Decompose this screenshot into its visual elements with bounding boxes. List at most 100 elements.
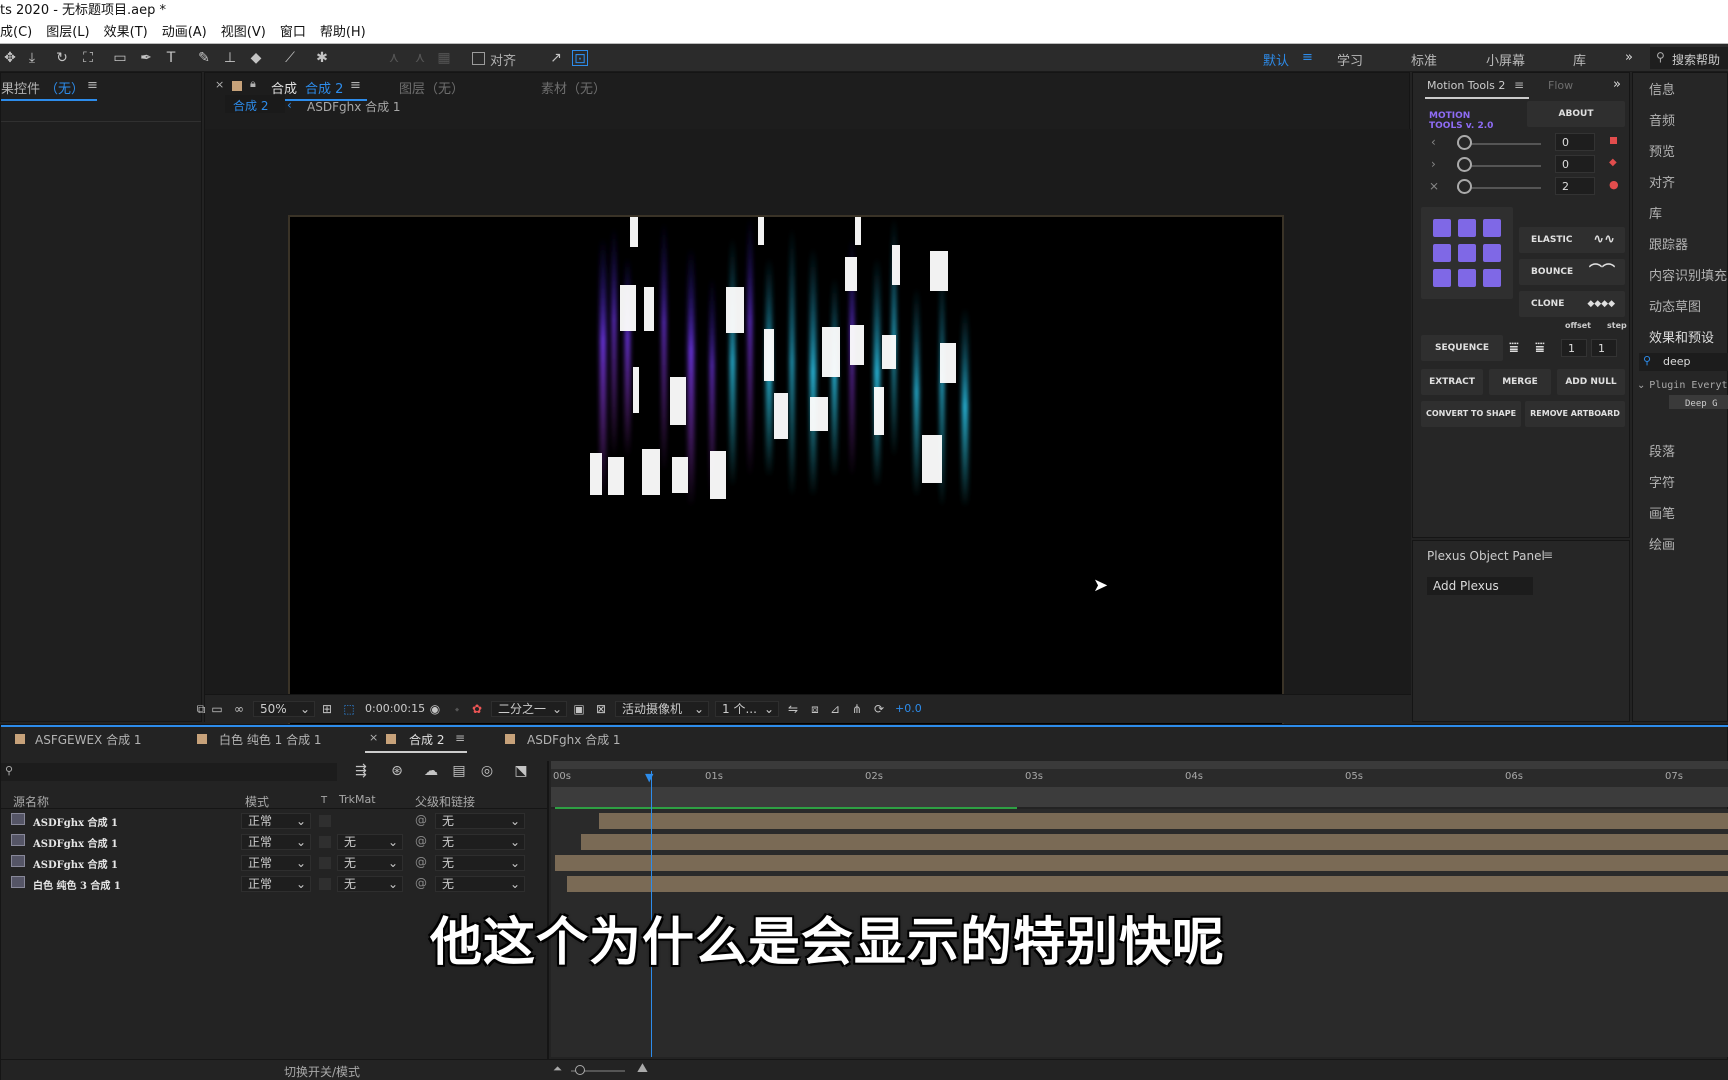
keyframe-diamond-icon[interactable]: ◆ <box>1609 157 1617 168</box>
snap-target-icon[interactable]: ⊡ <box>572 50 588 67</box>
slider-value-field-2[interactable]: 0 <box>1555 155 1595 173</box>
slider-thumb-1[interactable] <box>1457 135 1472 150</box>
effect-controls-tab[interactable]: 果控件 <box>1 78 40 97</box>
layer-row[interactable]: ASDFghx 合成 1 正常 ⌄ 无 ⌄ @ 无 ⌄ <box>1 832 549 852</box>
keyframe-circle-icon[interactable]: ● <box>1609 178 1619 191</box>
tree-effect-item[interactable]: Deep G <box>1669 395 1728 409</box>
safe-area-icon[interactable]: ⬚ <box>341 701 357 717</box>
menu-view[interactable]: 视图(V) <box>221 22 266 43</box>
views-select[interactable]: 1 个... ⌄ <box>715 701 779 717</box>
toggle-pixel-aspect-icon[interactable]: ⇋ <box>785 701 801 717</box>
keyframe-square-icon[interactable] <box>1610 137 1617 144</box>
composition-canvas[interactable]: ➤ <box>288 215 1284 750</box>
pen-tool-icon[interactable]: ✒ <box>138 50 154 66</box>
flowchart-icon[interactable]: ⋔ <box>849 701 865 717</box>
workspace-overflow-icon[interactable]: » <box>1625 50 1633 65</box>
snapshot-camera-icon[interactable]: ◉ <box>427 701 443 717</box>
draft-3d-icon[interactable]: ⊛ <box>389 763 405 779</box>
slider-thumb-2[interactable] <box>1457 157 1472 172</box>
toggle-switches-modes-button[interactable]: 切换开关/模式 <box>284 1063 360 1080</box>
camera-orbit-icon[interactable]: ⛶ <box>80 50 96 66</box>
reset-exposure-icon[interactable]: ⟳ <box>871 701 887 717</box>
transparency-grid-icon[interactable]: ⊠ <box>593 701 609 717</box>
puppet-pin-icon[interactable]: ✱ <box>314 50 330 66</box>
anchor-middle-left[interactable] <box>1433 244 1451 262</box>
layer-mode-select[interactable]: 正常 ⌄ <box>241 834 311 850</box>
panel-library[interactable]: 库 <box>1649 203 1662 222</box>
panel-paint[interactable]: 绘画 <box>1649 534 1675 553</box>
flow-tab[interactable]: Flow <box>1548 79 1573 92</box>
sequence-button[interactable]: SEQUENCE <box>1421 335 1503 361</box>
col-trkmat[interactable]: TrkMat <box>339 793 376 806</box>
pickwhip-icon[interactable]: @ <box>415 834 427 848</box>
layer-parent-select[interactable]: 无 ⌄ <box>435 813 525 829</box>
layer-name[interactable]: ASDFghx 合成 1 <box>33 856 118 871</box>
layer-trkmat-select[interactable]: 无 ⌄ <box>337 855 403 871</box>
clone-button[interactable]: CLONE ◆◆◆◆ <box>1519 291 1625 317</box>
zoom-select[interactable]: 50% ⌄ <box>253 701 315 717</box>
layer-mode-select[interactable]: 正常 ⌄ <box>241 855 311 871</box>
workspace-small-screen[interactable]: 小屏幕 <box>1486 50 1525 69</box>
remove-artboard-button[interactable]: REMOVE ARTBOARD <box>1525 401 1625 427</box>
menu-help[interactable]: 帮助(H) <box>320 22 366 43</box>
slider-value-field-1[interactable]: 0 <box>1555 133 1595 151</box>
anchor-bottom-right[interactable] <box>1483 269 1501 287</box>
anchor-top-left[interactable] <box>1433 219 1451 237</box>
convert-to-shape-button[interactable]: CONVERT TO SHAPE <box>1421 401 1521 427</box>
layer-trkmat-select[interactable]: 无 ⌄ <box>337 834 403 850</box>
plexus-panel-title[interactable]: Plexus Object Panel <box>1427 549 1545 563</box>
preserve-transparency-checkbox[interactable] <box>319 836 331 848</box>
panel-align[interactable]: 对齐 <box>1649 172 1675 191</box>
workspace-menu-icon[interactable]: ≡ <box>1302 50 1313 65</box>
menu-layer[interactable]: 图层(L) <box>46 22 89 43</box>
comp-tab-name[interactable]: 合成 2 <box>305 78 343 97</box>
panel-effects-presets[interactable]: 效果和预设 <box>1649 327 1714 346</box>
panel-preview[interactable]: 预览 <box>1649 141 1675 160</box>
zoom-slider-thumb[interactable] <box>575 1065 585 1075</box>
add-null-button[interactable]: ADD NULL <box>1557 369 1625 395</box>
lock-icon[interactable]: 🔒︎ <box>250 77 256 91</box>
layer-row[interactable]: 白色 纯色 3 合成 1 正常 ⌄ 无 ⌄ @ 无 ⌄ <box>1 874 549 894</box>
close-tab-icon[interactable]: × <box>215 78 224 91</box>
anchor-bottom-left[interactable] <box>1433 269 1451 287</box>
type-tool-icon[interactable]: T <box>163 50 179 66</box>
workspace-standard[interactable]: 标准 <box>1411 50 1437 69</box>
layer-duration-bar[interactable] <box>599 813 1728 829</box>
zoom-in-icon[interactable]: ⛰ <box>637 1061 648 1076</box>
timeline-icon[interactable]: ⊿ <box>827 701 843 717</box>
eraser-tool-icon[interactable]: ◆ <box>248 50 264 66</box>
snap-icon[interactable]: ↗ <box>548 50 564 66</box>
layer-mode-select[interactable]: 正常 ⌄ <box>241 813 311 829</box>
timeline-tab-comp-2[interactable]: 合成 2 <box>409 731 444 748</box>
shy-layers-icon[interactable]: ☁ <box>423 763 439 779</box>
col-t[interactable]: T <box>321 795 327 806</box>
zoom-out-icon[interactable]: ⏶ <box>553 1062 562 1076</box>
panel-menu-icon[interactable]: ≡ <box>87 78 98 93</box>
anchor-center[interactable] <box>1458 244 1476 262</box>
panel-paragraph[interactable]: 段落 <box>1649 441 1675 460</box>
panel-audio[interactable]: 音频 <box>1649 110 1675 129</box>
breadcrumb-asdfghx[interactable]: ASDFghx 合成 1 <box>307 98 401 115</box>
panel-character[interactable]: 字符 <box>1649 472 1675 491</box>
col-parent-link[interactable]: 父级和链接 <box>415 793 475 810</box>
panel-info[interactable]: 信息 <box>1649 79 1675 98</box>
show-snapshot-icon[interactable]: ⬩ <box>449 701 465 717</box>
col-source-name[interactable]: 源名称 <box>13 793 49 810</box>
layer-mode-select[interactable]: 正常 ⌄ <box>241 876 311 892</box>
sequence-reverse-icon[interactable]: ⩸ <box>1535 338 1545 358</box>
breadcrumb-active[interactable]: 合成 2 <box>225 95 285 113</box>
panel-menu-icon[interactable]: ≡ <box>1543 548 1553 562</box>
layer-trkmat-select[interactable]: 无 ⌄ <box>337 876 403 892</box>
menu-effect[interactable]: 效果(T) <box>104 22 148 43</box>
timeline-tab-asfgewex[interactable]: ASFGEWEX 合成 1 <box>35 731 142 748</box>
extract-button[interactable]: EXTRACT <box>1421 369 1483 395</box>
preserve-transparency-checkbox[interactable] <box>319 857 331 869</box>
mask-icon[interactable]: ∞ <box>231 701 247 717</box>
comp-mini-flowchart-icon[interactable]: ⇶ <box>353 763 369 779</box>
always-preview-icon[interactable]: ⧉ <box>193 701 209 717</box>
menu-composition[interactable]: 成(C) <box>0 22 32 43</box>
preserve-transparency-checkbox[interactable] <box>319 815 331 827</box>
slider-value-field-3[interactable]: 2 <box>1555 177 1595 195</box>
workspace-library[interactable]: 库 <box>1573 50 1586 69</box>
anchor-bottom-center[interactable] <box>1458 269 1476 287</box>
